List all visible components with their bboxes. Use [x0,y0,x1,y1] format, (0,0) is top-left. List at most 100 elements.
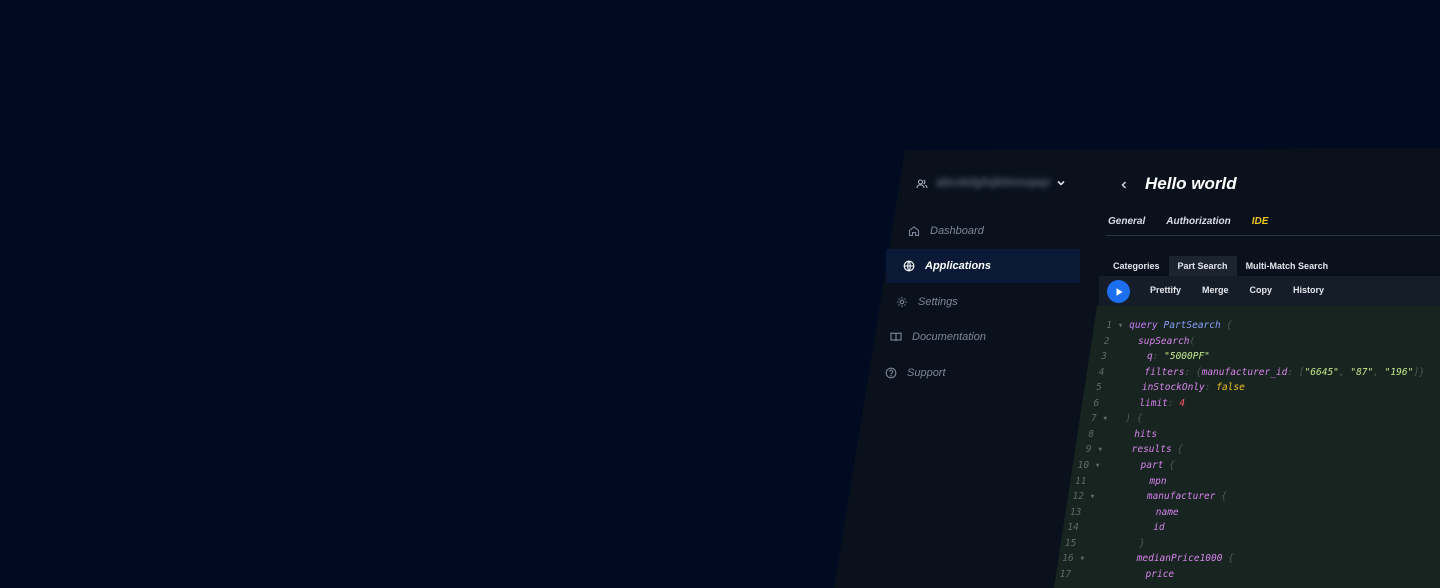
line-number: 1 [1106,320,1112,331]
sidebar-item-label: Documentation [912,331,986,343]
page-title: Hello world [1145,174,1237,193]
fold-arrow-icon[interactable]: ▾ [1112,320,1129,331]
globe-icon [903,260,915,272]
code-token: { [1222,553,1234,565]
sidebar-item-label: Applications [925,260,992,272]
code-token: { [1171,444,1184,456]
code-token: mpn [1103,475,1167,487]
tab-ide[interactable]: IDE [1252,216,1269,227]
tab-general[interactable]: General [1108,216,1145,227]
code-token: "6645" [1304,366,1339,378]
code-line[interactable]: 16 ▾ medianPrice1000 { [1060,551,1234,566]
code-line[interactable]: 1 ▾ query PartSearch { [1098,318,1232,333]
query-tab-categories[interactable]: Categories [1104,256,1169,276]
code-token: ]} [1413,366,1425,378]
code-token: false [1216,382,1245,394]
code-line[interactable]: 11 mpn [1073,474,1167,489]
code-token: { [1215,491,1227,503]
tab-authorization[interactable]: Authorization [1166,216,1230,227]
gear-icon [897,297,907,307]
history-button[interactable]: History [1293,285,1324,295]
code-token: PartSearch [1163,320,1221,331]
chevron-left-icon[interactable] [1118,178,1130,192]
code-token: filters [1121,366,1185,378]
gutter-spacer [1099,398,1116,409]
code-line[interactable]: 14 id [1065,520,1165,535]
code-token: limit [1116,397,1168,409]
gutter-spacer [1104,367,1121,378]
run-button[interactable] [1107,280,1130,303]
merge-button[interactable]: Merge [1202,285,1229,295]
code-token: medianPrice1000 [1090,553,1223,565]
code-line[interactable]: 3 q: "5000PF" [1093,349,1210,364]
code-token: name [1098,506,1179,518]
users-icon[interactable] [916,177,928,189]
code-line[interactable]: 6 limit: 4 [1085,396,1186,411]
fold-arrow-icon[interactable]: ▾ [1089,460,1106,471]
code-line[interactable]: 2 supSearch( [1095,334,1196,349]
sidebar-item-dashboard[interactable]: Dashboard [908,214,1068,248]
code-line[interactable]: 15 } [1062,536,1145,551]
code-token: ) { [1113,413,1143,425]
fold-arrow-icon[interactable]: ▾ [1092,444,1109,455]
tabs-divider [1106,235,1440,236]
line-number: 8 [1088,428,1095,440]
code-token: { [1163,459,1175,471]
toolbar-actions: Prettify Merge Copy History [1140,285,1335,295]
gutter-spacer [1079,522,1096,533]
tab-bar: General Authorization IDE [1108,216,1268,227]
line-number: 11 [1075,475,1087,487]
code-line[interactable]: 4 filters: {manufacturer_id: ["6645", "8… [1090,365,1425,380]
fold-arrow-icon[interactable]: ▾ [1084,491,1101,502]
code-line[interactable]: 17 price [1057,567,1174,582]
sidebar-item-label: Settings [918,296,958,308]
code-token: "5000PF" [1164,351,1210,363]
line-number: 13 [1069,506,1082,518]
code-token: : [ [1287,366,1305,378]
code-token: manufacturer_id [1201,366,1288,378]
code-token: : [1167,397,1180,409]
code-line[interactable]: 12 ▾ manufacturer { [1070,489,1227,504]
line-number: 7 [1090,413,1097,425]
fold-arrow-icon[interactable]: ▾ [1074,553,1091,564]
code-line[interactable]: 13 name [1067,505,1179,520]
code-token: 4 [1179,397,1186,409]
line-number: 15 [1064,537,1077,549]
sidebar-item-documentation[interactable]: Documentation [890,320,1065,354]
line-number: 4 [1098,366,1105,378]
code-token: manufacturer [1101,491,1216,503]
code-line[interactable]: 10 ▾ part { [1075,458,1175,473]
prettify-button[interactable]: Prettify [1150,285,1181,295]
line-number: 2 [1103,335,1110,347]
code-line[interactable]: 9 ▾ results { [1078,442,1184,457]
code-token: "87" [1350,366,1374,378]
code-token: , [1373,366,1385,378]
copy-button[interactable]: Copy [1250,285,1273,295]
gutter-spacer [1109,336,1126,347]
code-token: } [1093,537,1145,549]
code-token: ( [1189,335,1196,347]
line-number: 9 [1085,444,1092,456]
code-token: q [1124,351,1153,363]
play-icon [1116,287,1123,296]
account-name[interactable]: abcdefghijklmnopqr [936,175,1052,189]
line-number: 12 [1072,491,1084,503]
sidebar-item-support[interactable]: Support [885,356,1065,390]
code-line[interactable]: 5 inStockOnly: false [1088,380,1245,395]
code-token: , [1338,366,1351,378]
code-token: id [1096,522,1165,534]
sidebar-item-label: Dashboard [930,225,984,237]
sidebar-item-applications[interactable]: Applications [886,249,1080,283]
code-line[interactable]: 7 ▾ ) { [1083,411,1143,426]
line-number: 6 [1093,397,1100,409]
code-token: : [1152,351,1165,363]
code-line[interactable]: 8 hits [1080,427,1157,442]
code-token: query [1129,320,1164,331]
chevron-down-icon[interactable] [1055,176,1067,188]
stage: abcdefghijklmnopqr Dashboard Application… [0,0,1440,588]
fold-arrow-icon[interactable]: ▾ [1097,413,1114,424]
gutter-spacer [1102,382,1119,393]
query-tab-part-search[interactable]: Part Search [1168,256,1237,276]
sidebar-item-settings[interactable]: Settings [896,285,1066,319]
query-tab-multi-match-search[interactable]: Multi-Match Search [1237,256,1338,276]
